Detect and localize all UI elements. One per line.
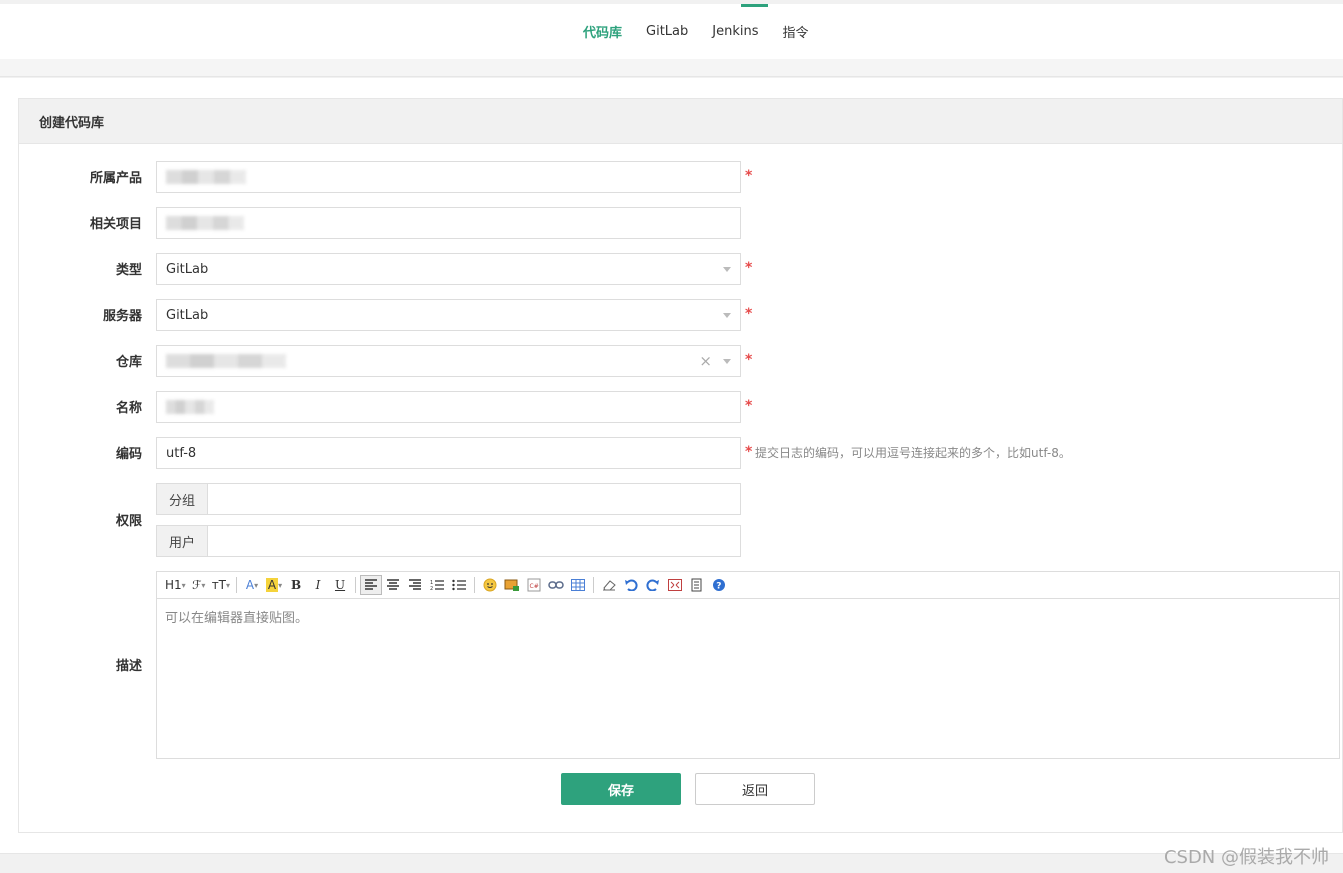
user-input[interactable] <box>208 526 740 556</box>
font-family-label: ℱ <box>191 578 202 592</box>
table-icon[interactable] <box>567 575 589 595</box>
editor-content[interactable]: 可以在编辑器直接贴图。 <box>157 599 1339 634</box>
server-label: 服务器 <box>102 309 142 324</box>
product-select[interactable] <box>156 161 741 193</box>
server-value: GitLab <box>166 307 209 323</box>
align-center-icon[interactable] <box>382 575 404 595</box>
user-field: 用户 <box>156 525 741 557</box>
link-icon[interactable] <box>545 575 567 595</box>
required-mark: * <box>745 398 753 414</box>
nav-tab-gitlab[interactable]: GitLab <box>634 4 700 59</box>
save-button[interactable]: 保存 <box>561 773 681 805</box>
type-select[interactable]: GitLab <box>156 253 741 285</box>
project-select[interactable] <box>156 207 741 239</box>
emoji-icon[interactable] <box>479 575 501 595</box>
encoding-label: 编码 <box>115 447 142 462</box>
group-input[interactable] <box>208 484 740 514</box>
nav-divider <box>0 59 1343 77</box>
redacted-value <box>166 354 286 368</box>
redo-icon[interactable] <box>642 575 664 595</box>
watermark: CSDN @假装我不帅 <box>1163 847 1329 868</box>
encoding-hint: 提交日志的编码，可以用逗号连接起来的多个，比如utf-8。 <box>755 446 1071 460</box>
redacted-value <box>166 216 244 230</box>
bold-button[interactable]: B <box>285 575 307 595</box>
footer-strip <box>0 853 1343 873</box>
project-label: 相关项目 <box>89 217 142 232</box>
panel-title: 创建代码库 <box>19 99 1342 144</box>
editor-toolbar: H1 ▾ ℱ ▾ тT ▾ A ▾ A ▾ B I U 12 C# ? <box>157 572 1339 599</box>
highlight-button[interactable]: A ▾ <box>263 575 285 595</box>
encoding-input[interactable]: utf-8 <box>156 437 741 469</box>
code-icon[interactable]: C# <box>523 575 545 595</box>
description-editor: H1 ▾ ℱ ▾ тT ▾ A ▾ A ▾ B I U 12 C# ? 可以在编… <box>156 571 1340 759</box>
required-mark: * <box>745 444 753 460</box>
svg-text:?: ? <box>716 582 721 592</box>
nav-tab-repo[interactable]: 代码库 <box>571 4 634 59</box>
close-icon[interactable]: × <box>699 352 712 370</box>
toolbar-divider <box>236 577 238 593</box>
align-left-icon[interactable] <box>360 575 383 595</box>
description-label: 描述 <box>115 659 142 674</box>
permission-label: 权限 <box>115 514 142 529</box>
ordered-list-icon[interactable]: 12 <box>426 575 448 595</box>
user-addon: 用户 <box>157 526 208 556</box>
toolbar-divider <box>474 577 476 593</box>
font-color-button[interactable]: A ▾ <box>241 575 263 595</box>
font-size-label: тT <box>211 578 227 592</box>
type-label: 类型 <box>115 263 142 278</box>
undo-icon[interactable] <box>620 575 642 595</box>
required-mark: * <box>745 168 753 184</box>
heading-label: H1 <box>165 578 182 592</box>
fullscreen-icon[interactable] <box>664 575 686 595</box>
required-mark: * <box>745 352 753 368</box>
heading-button[interactable]: H1 ▾ <box>163 575 188 595</box>
nav-tabs: 代码库 GitLab Jenkins 指令 <box>571 4 821 59</box>
image-icon[interactable] <box>501 575 523 595</box>
group-field: 分组 <box>156 483 741 515</box>
redacted-value <box>166 400 214 414</box>
chevron-down-icon <box>723 359 731 364</box>
eraser-icon[interactable] <box>598 575 620 595</box>
font-color-icon: A <box>245 578 255 592</box>
encoding-value: utf-8 <box>166 445 197 461</box>
italic-button[interactable]: I <box>307 575 329 595</box>
nav-tab-jenkins[interactable]: Jenkins <box>700 4 770 59</box>
highlight-icon: A <box>265 578 279 592</box>
font-size-button[interactable]: тT ▾ <box>210 575 232 595</box>
svg-text:2: 2 <box>430 586 433 591</box>
nav-tab-commands[interactable]: 指令 <box>771 4 821 59</box>
name-label: 名称 <box>115 401 142 416</box>
required-mark: * <box>745 260 753 276</box>
chevron-down-icon <box>723 267 731 272</box>
type-value: GitLab <box>166 261 209 277</box>
redacted-value <box>166 170 246 184</box>
toolbar-divider <box>355 577 357 593</box>
unordered-list-icon[interactable] <box>448 575 470 595</box>
required-mark: * <box>745 306 753 322</box>
nav-indicator <box>741 4 768 7</box>
server-select[interactable]: GitLab <box>156 299 741 331</box>
source-icon[interactable] <box>686 575 708 595</box>
top-nav: 代码库 GitLab Jenkins 指令 <box>0 0 1343 59</box>
chevron-down-icon <box>723 313 731 318</box>
font-family-button[interactable]: ℱ ▾ <box>188 575 210 595</box>
group-addon: 分组 <box>157 484 208 514</box>
repo-select[interactable]: × <box>156 345 741 377</box>
underline-button[interactable]: U <box>329 575 351 595</box>
svg-text:C#: C# <box>530 583 539 590</box>
name-input[interactable] <box>156 391 741 423</box>
help-icon[interactable]: ? <box>708 575 730 595</box>
align-right-icon[interactable] <box>404 575 426 595</box>
back-button[interactable]: 返回 <box>695 773 815 805</box>
product-label: 所属产品 <box>89 171 142 186</box>
repo-label: 仓库 <box>115 355 142 370</box>
toolbar-divider <box>593 577 595 593</box>
